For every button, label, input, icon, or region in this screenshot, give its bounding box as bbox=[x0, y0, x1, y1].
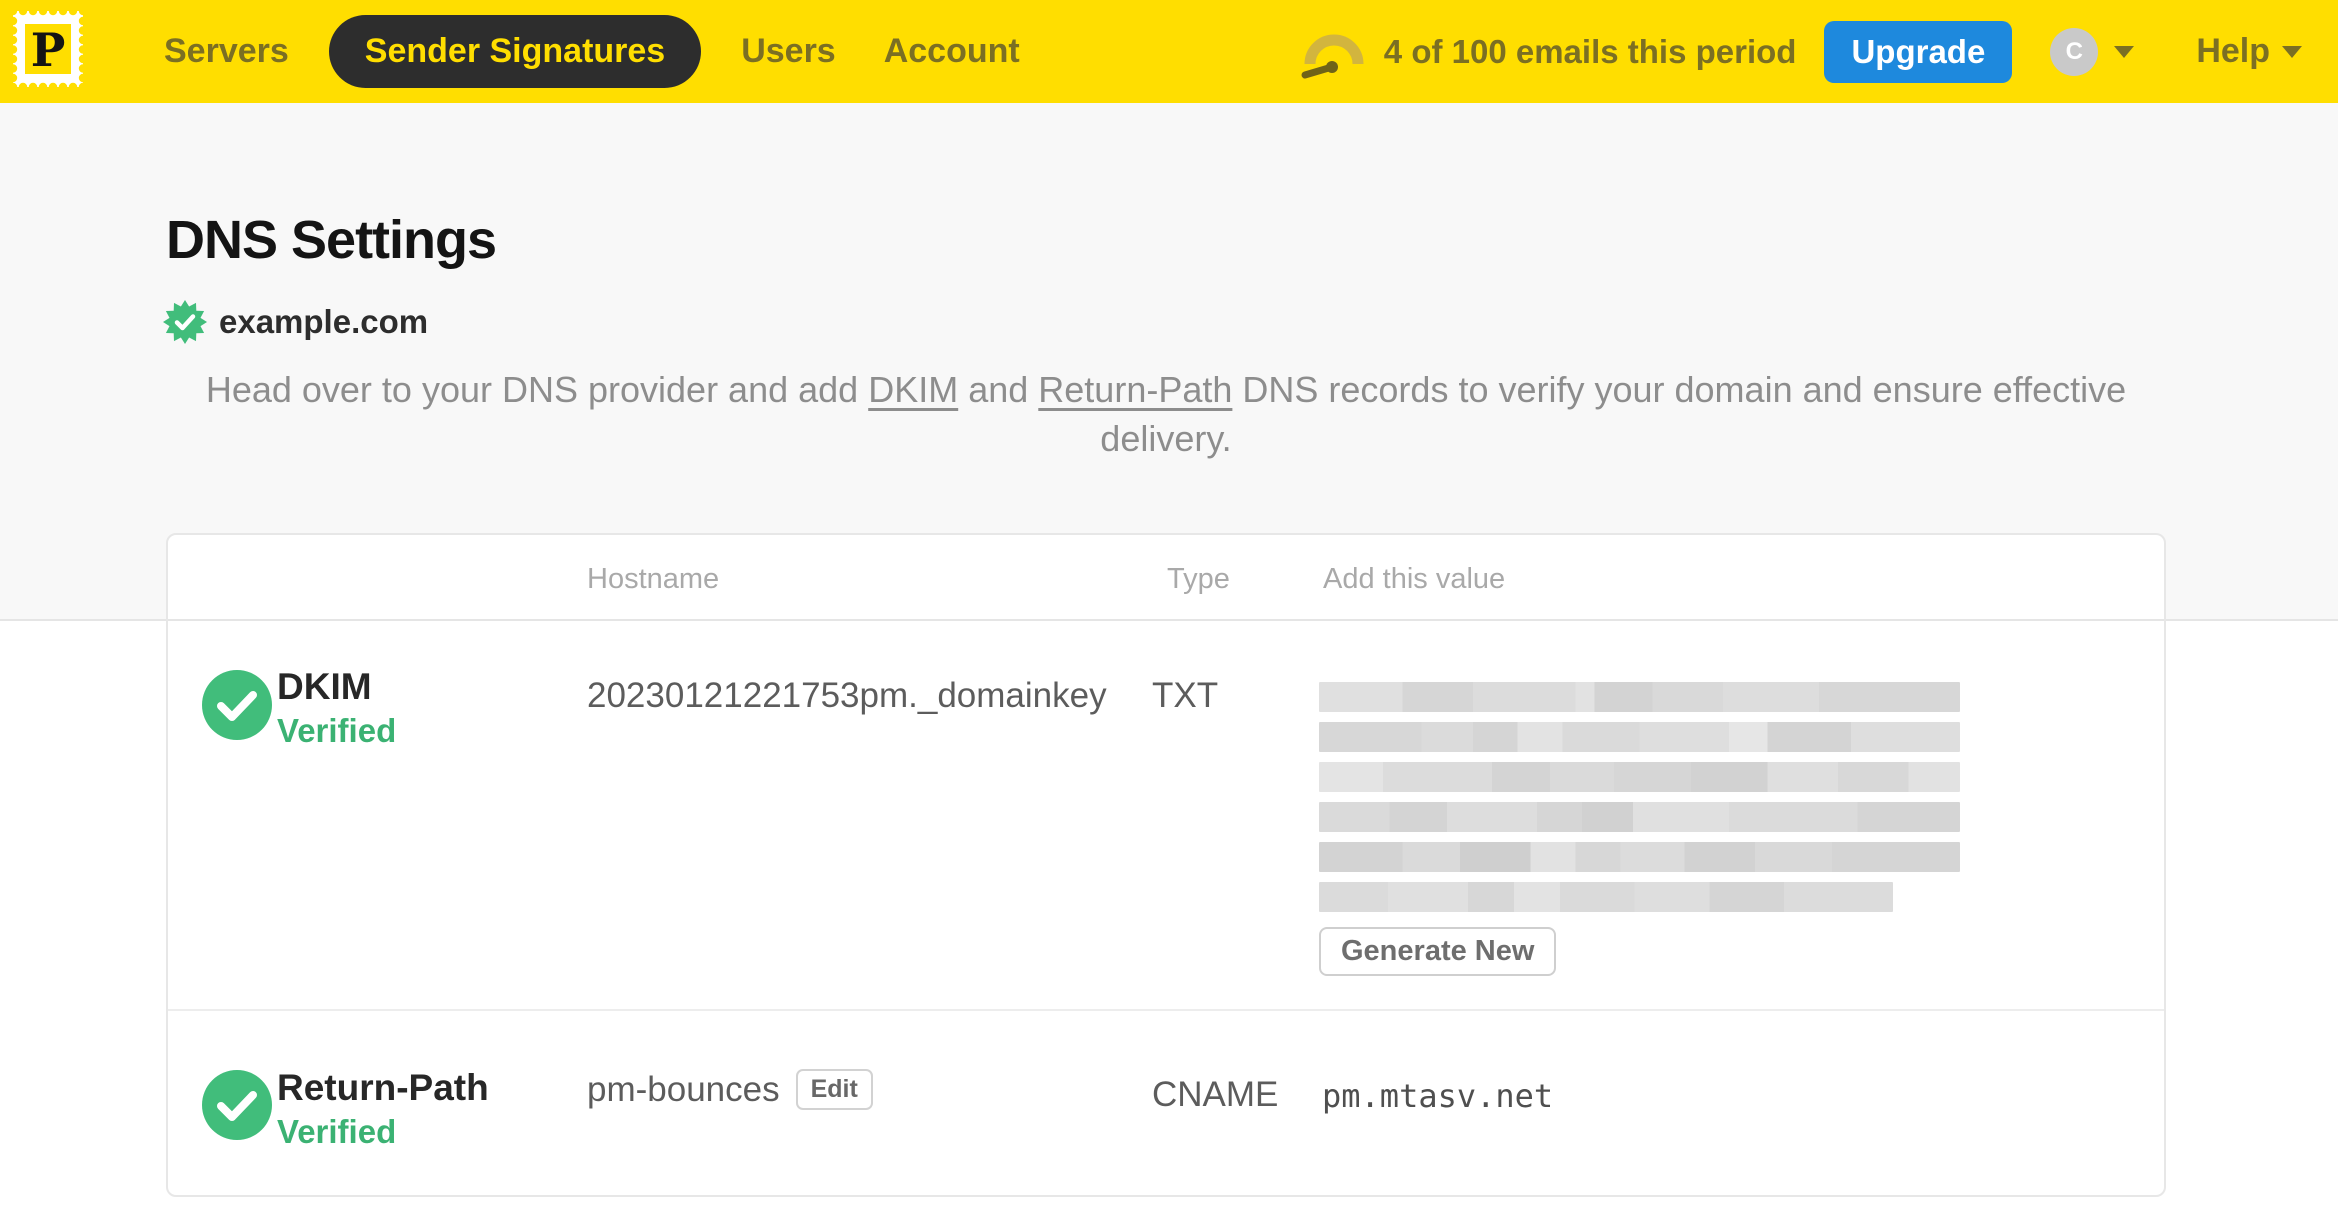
generate-new-button[interactable]: Generate New bbox=[1319, 927, 1557, 976]
svg-text:P: P bbox=[31, 23, 66, 77]
top-navbar: P Servers Sender Signatures Users Accoun… bbox=[0, 0, 2338, 103]
nav-item-servers[interactable]: Servers bbox=[140, 32, 313, 71]
main-content: DNS Settings example.com Head over to yo… bbox=[0, 103, 2338, 1222]
page-title: DNS Settings bbox=[166, 210, 497, 270]
return-path-link[interactable]: Return-Path bbox=[1038, 369, 1232, 410]
help-menu[interactable]: Help bbox=[2196, 32, 2302, 71]
redacted-value-bar bbox=[1319, 882, 1893, 912]
dkim-link[interactable]: DKIM bbox=[868, 369, 958, 410]
verified-check-icon bbox=[202, 670, 272, 745]
nav-item-users[interactable]: Users bbox=[717, 32, 860, 71]
postmark-logo[interactable]: P bbox=[8, 6, 88, 95]
redacted-value-bar bbox=[1319, 842, 1960, 872]
intro-part-3: DNS records to verify your domain and en… bbox=[1100, 369, 2127, 459]
redacted-value-bar bbox=[1319, 722, 1960, 752]
verified-seal-icon bbox=[163, 300, 207, 344]
intro-part-1: Head over to your DNS provider and add bbox=[205, 369, 869, 410]
record-hostname: pm-bounces bbox=[587, 1069, 780, 1109]
record-hostname: 20230121221753pm._domainkey bbox=[587, 676, 1107, 715]
table-row-return-path: Return-Path Verified pm-bounces Edit CNA… bbox=[168, 1011, 2164, 1191]
nav-item-sender-signatures[interactable]: Sender Signatures bbox=[328, 15, 702, 88]
record-type: CNAME bbox=[1152, 1075, 1279, 1114]
record-type: TXT bbox=[1152, 676, 1219, 715]
help-label: Help bbox=[2196, 32, 2270, 70]
navbar-right-group: 4 of 100 emails this period Upgrade C He… bbox=[1298, 18, 2302, 85]
column-header-type: Type bbox=[1167, 563, 1230, 595]
column-header-hostname: Hostname bbox=[587, 563, 720, 595]
account-menu[interactable]: C bbox=[2050, 27, 2135, 76]
postmark-stamp-icon: P bbox=[8, 6, 88, 92]
chevron-down-icon bbox=[2114, 45, 2135, 58]
upgrade-button[interactable]: Upgrade bbox=[1824, 20, 2013, 83]
nav-item-account[interactable]: Account bbox=[860, 32, 1044, 71]
record-value-redacted: Generate New bbox=[1319, 682, 1960, 976]
verified-check-icon bbox=[202, 1070, 272, 1145]
record-status: Verified bbox=[277, 1113, 397, 1150]
redacted-value-bar bbox=[1319, 762, 1960, 792]
table-header: Hostname Type Add this value bbox=[168, 535, 2164, 621]
chevron-down-icon bbox=[2282, 45, 2302, 58]
record-value: pm.mtasv.net bbox=[1322, 1077, 1554, 1115]
record-hostname-group: pm-bounces Edit bbox=[587, 1069, 873, 1110]
intro-text: Head over to your DNS provider and add D… bbox=[166, 365, 2166, 463]
record-name: Return-Path bbox=[277, 1067, 489, 1108]
redacted-value-bar bbox=[1319, 682, 1960, 712]
avatar[interactable]: C bbox=[2050, 27, 2099, 76]
dns-records-card: Hostname Type Add this value DKIM Verifi… bbox=[166, 533, 2166, 1197]
domain-row: example.com bbox=[163, 300, 428, 344]
domain-name: example.com bbox=[219, 303, 429, 340]
intro-part-2: and bbox=[958, 369, 1039, 410]
usage-gauge-icon bbox=[1298, 18, 1370, 85]
primary-nav: Servers Sender Signatures Users Account bbox=[140, 15, 1044, 88]
redacted-value-bar bbox=[1319, 802, 1960, 832]
edit-button[interactable]: Edit bbox=[795, 1069, 873, 1110]
record-status: Verified bbox=[277, 712, 397, 749]
usage-counter[interactable]: 4 of 100 emails this period bbox=[1384, 33, 1797, 71]
table-row-dkim: DKIM Verified 20230121221753pm._domainke… bbox=[168, 621, 2164, 1011]
record-name: DKIM bbox=[277, 666, 372, 707]
column-header-value: Add this value bbox=[1323, 563, 1506, 595]
